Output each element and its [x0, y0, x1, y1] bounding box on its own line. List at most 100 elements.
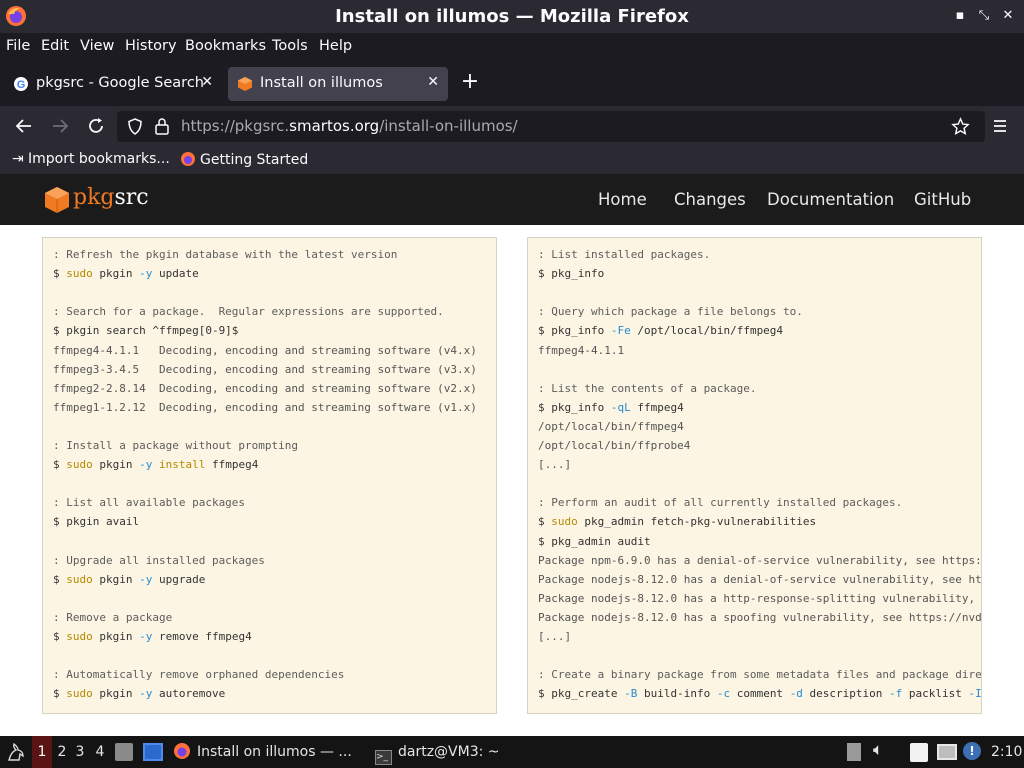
code-line: : Install a package without prompting	[53, 439, 299, 452]
code-line: $ sudo pkgin -y install ffmpeg4	[53, 458, 259, 472]
code-line: $ pkg_info -Fe /opt/local/bin/ffmpeg4	[538, 324, 784, 338]
code-line: : List installed packages.	[538, 248, 711, 261]
code-line: [...]	[538, 630, 572, 643]
reload-icon[interactable]	[84, 114, 108, 138]
code-line: $ pkg_admin audit	[538, 534, 651, 548]
menu-edit[interactable]: Edit	[41, 38, 69, 54]
volume-icon[interactable]: 🔈︎	[873, 740, 883, 760]
url-bar[interactable]: https://pkgsrc.smartos.org/install-on-il…	[117, 111, 985, 142]
import-icon: ⇥	[12, 151, 24, 167]
code-line: : Refresh the pkgin database with the la…	[53, 248, 398, 261]
file-manager-icon[interactable]	[115, 743, 133, 761]
nav-github[interactable]: GitHub	[914, 190, 971, 209]
nav-documentation[interactable]: Documentation	[767, 190, 894, 209]
tab-bar: G pkgsrc - Google Search ✕ Install on il…	[0, 61, 1024, 106]
workspace-4[interactable]: 4	[90, 736, 110, 768]
bookmarks-bar: ⇥ Import bookmarks... Getting Started	[0, 146, 1024, 174]
notification-icon[interactable]: !	[963, 742, 981, 760]
network-icon[interactable]	[937, 744, 957, 760]
pkgsrc-logo-icon	[45, 187, 69, 213]
code-line: : List the contents of a package.	[538, 381, 757, 395]
code-line: : List all available packages	[53, 496, 246, 510]
code-line: ffmpeg1-1.2.12 Decoding, encoding and st…	[53, 400, 477, 414]
battery-icon[interactable]	[847, 743, 861, 761]
bookmark-getting-started[interactable]: Getting Started	[180, 151, 308, 168]
desktop-icon[interactable]	[143, 743, 163, 761]
tab-google-search[interactable]: G pkgsrc - Google Search ✕	[4, 67, 222, 101]
window-titlebar: Install on illumos — Mozilla Firefox ▪ ⤡…	[0, 0, 1024, 33]
back-icon[interactable]	[12, 114, 36, 138]
code-line: /opt/local/bin/ffprobe4	[538, 439, 691, 452]
code-line: ffmpeg4-4.1.1	[538, 343, 625, 357]
task-firefox[interactable]: Install on illumos — ...	[173, 736, 352, 768]
code-block-pkg-tools: : List installed packages. $ pkg_info : Qu…	[527, 237, 982, 714]
menu-tools[interactable]: Tools	[272, 38, 308, 54]
forward-icon[interactable]	[48, 114, 72, 138]
clock[interactable]: 2:10	[991, 736, 1022, 768]
code-line: $ sudo pkgin -y update	[53, 267, 199, 281]
code-line: /opt/local/bin/ffmpeg4	[538, 419, 684, 433]
menu-history[interactable]: History	[125, 38, 177, 54]
code-line: : Automatically remove orphaned dependen…	[53, 668, 345, 682]
menu-bookmarks[interactable]: Bookmarks	[185, 38, 266, 54]
code-line: Package nodejs-8.12.0 has a spoofing vul…	[538, 610, 982, 624]
window-title: Install on illumos — Mozilla Firefox	[335, 6, 689, 27]
tab-close-icon[interactable]: ✕	[201, 74, 213, 90]
workspace-1[interactable]: 1	[32, 736, 52, 768]
clipboard-icon[interactable]	[910, 743, 928, 762]
nav-home[interactable]: Home	[598, 190, 647, 209]
start-menu-icon[interactable]	[5, 742, 27, 764]
page-content: pkgsrc Home Changes Documentation GitHub…	[0, 175, 1024, 736]
code-line: : Query which package a file belongs to.	[538, 305, 803, 319]
pkgsrc-icon	[238, 77, 252, 91]
tab-install-on-illumos[interactable]: Install on illumos ✕	[228, 67, 448, 101]
workspace-3[interactable]: 3	[70, 736, 90, 768]
firefox-icon	[181, 152, 195, 166]
workspace-2[interactable]: 2	[52, 736, 72, 768]
menu-bar: File Edit View History Bookmarks Tools H…	[0, 33, 1024, 61]
code-line: $ sudo pkgin -y autoremove	[53, 687, 226, 701]
code-line: [...]	[538, 458, 572, 472]
code-line: $ pkg_info -qL ffmpeg4	[538, 400, 684, 414]
new-tab-icon[interactable]: +	[459, 71, 481, 93]
code-line: : Perform an audit of all currently inst…	[538, 496, 903, 510]
tab-label: Install on illumos	[260, 75, 383, 91]
code-line: Package npm-6.9.0 has a denial-of-servic…	[538, 553, 982, 567]
code-line: $ pkg_info	[538, 267, 605, 281]
terminal-icon: >_	[375, 750, 392, 765]
navigation-bar: https://pkgsrc.smartos.org/install-on-il…	[0, 106, 1024, 146]
code-line: $ sudo pkgin -y upgrade	[53, 572, 206, 586]
svg-text:G: G	[17, 79, 26, 91]
maximize-icon[interactable]: ⤡	[975, 7, 993, 25]
tab-label: pkgsrc - Google Search	[36, 75, 204, 91]
tab-close-icon[interactable]: ✕	[427, 74, 439, 90]
code-line: : Search for a package. Regular expressi…	[53, 305, 444, 319]
code-line: Package nodejs-8.12.0 has a http-respons…	[538, 591, 982, 605]
code-line: : Remove a package	[53, 610, 173, 624]
lock-icon[interactable]	[154, 117, 170, 135]
shield-icon[interactable]	[127, 118, 143, 135]
minimize-icon[interactable]: ▪	[951, 7, 969, 25]
site-header: pkgsrc Home Changes Documentation GitHub	[0, 175, 1024, 225]
code-line: $ sudo pkg_admin fetch-pkg-vulnerabiliti…	[538, 515, 817, 529]
close-icon[interactable]: ✕	[999, 7, 1017, 25]
bookmark-import[interactable]: ⇥ Import bookmarks...	[12, 151, 170, 167]
menu-file[interactable]: File	[6, 38, 30, 54]
code-line: ffmpeg4-4.1.1 Decoding, encoding and str…	[53, 343, 477, 357]
nav-changes[interactable]: Changes	[674, 190, 746, 209]
menu-help[interactable]: Help	[319, 38, 352, 54]
task-terminal[interactable]: >_ dartz@VM3: ~	[375, 736, 500, 768]
code-line: $ pkg_create -B build-info -c comment -d…	[538, 687, 982, 701]
code-line: : Create a binary package from some meta…	[538, 668, 982, 682]
code-line: ffmpeg2-2.8.14 Decoding, encoding and st…	[53, 381, 477, 395]
code-line: $ pkgin avail	[53, 515, 140, 529]
code-line: Package nodejs-8.12.0 has a denial-of-se…	[538, 572, 982, 586]
menu-hamburger-icon[interactable]	[988, 114, 1012, 138]
taskbar: 1 2 3 4 Install on illumos — ... >_ dartz…	[0, 736, 1024, 768]
star-icon[interactable]	[951, 117, 970, 136]
firefox-icon	[174, 743, 190, 759]
menu-view[interactable]: View	[80, 38, 114, 54]
code-line: $ sudo pkgin -y remove ffmpeg4	[53, 630, 252, 643]
url-text: https://pkgsrc.smartos.org/install-on-il…	[181, 117, 518, 135]
code-block-pkgin: : Refresh the pkgin database with the la…	[42, 237, 497, 714]
